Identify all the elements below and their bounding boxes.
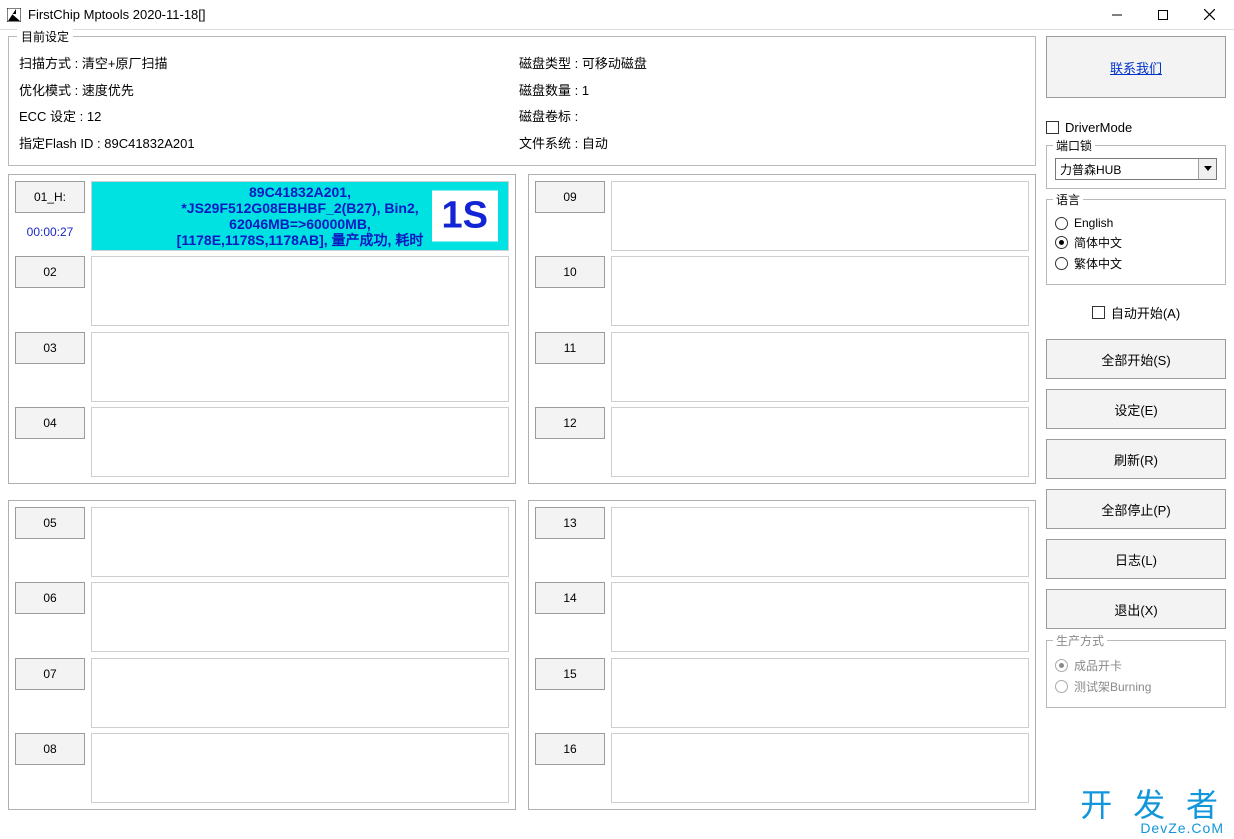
port-button-14[interactable]: 14	[535, 582, 605, 614]
port-info-10	[611, 256, 1029, 326]
port-button-05[interactable]: 05	[15, 507, 85, 539]
lang-english-radio[interactable]: English	[1055, 216, 1217, 230]
checkbox-icon	[1046, 121, 1059, 134]
stop-all-button[interactable]: 全部停止(P)	[1046, 489, 1226, 529]
ecc-row: ECC 设定 : 12	[19, 109, 519, 125]
port-button-10[interactable]: 10	[535, 256, 605, 288]
production-mode-group: 生产方式 成品开卡 测试架Burning	[1046, 640, 1226, 708]
port-info-16	[611, 733, 1029, 803]
driver-mode-checkbox[interactable]: DriverMode	[1046, 120, 1226, 135]
titlebar: FirstChip Mptools 2020-11-18[]	[0, 0, 1234, 30]
prod-mode-burning-radio[interactable]: 测试架Burning	[1055, 678, 1217, 695]
disk-count-row: 磁盘数量 : 1	[519, 83, 647, 99]
port-info-01: 89C41832A201, *JS29F512G08EBHBF_2(B27), …	[91, 181, 509, 251]
maximize-button[interactable]	[1140, 0, 1186, 30]
start-all-button[interactable]: 全部开始(S)	[1046, 339, 1226, 379]
port-slot-09: 09	[535, 181, 1029, 251]
chevron-down-icon	[1198, 159, 1216, 179]
port-info-06	[91, 582, 509, 652]
port-info-07	[91, 658, 509, 728]
settings-button[interactable]: 设定(E)	[1046, 389, 1226, 429]
port-button-02[interactable]: 02	[15, 256, 85, 288]
port-slot-14: 14	[535, 582, 1029, 652]
auto-start-checkbox[interactable]: 自动开始(A)	[1046, 303, 1226, 322]
prod-mode-finished-radio[interactable]: 成品开卡	[1055, 657, 1217, 674]
port-lock-select[interactable]: 力普森HUB	[1055, 158, 1217, 180]
ports-area: 01_H: 00:00:27 89C41832A201, *JS29F512G0…	[8, 174, 1036, 810]
port-slot-02: 02	[15, 256, 509, 326]
port-button-08[interactable]: 08	[15, 733, 85, 765]
port-slot-04: 04	[15, 407, 509, 477]
port-group-1: 01_H: 00:00:27 89C41832A201, *JS29F512G0…	[8, 174, 516, 484]
port-info-12	[611, 407, 1029, 477]
checkbox-icon	[1092, 306, 1105, 319]
port-button-12[interactable]: 12	[535, 407, 605, 439]
port-button-01[interactable]: 01_H:	[15, 181, 85, 213]
port-button-09[interactable]: 09	[535, 181, 605, 213]
fs-row: 文件系统 : 自动	[519, 136, 647, 152]
minimize-button[interactable]	[1094, 0, 1140, 30]
port-button-16[interactable]: 16	[535, 733, 605, 765]
flashid-row: 指定Flash ID : 89C41832A201	[19, 136, 519, 152]
port-button-07[interactable]: 07	[15, 658, 85, 690]
port-info-09	[611, 181, 1029, 251]
port-info-14	[611, 582, 1029, 652]
exit-button[interactable]: 退出(X)	[1046, 589, 1226, 629]
port-slot-03: 03	[15, 332, 509, 402]
port-slot-05: 05	[15, 507, 509, 577]
window-title: FirstChip Mptools 2020-11-18[]	[28, 7, 206, 22]
current-settings-group: 目前设定 扫描方式 : 清空+原厂扫描 优化模式 : 速度优先 ECC 设定 :…	[8, 36, 1036, 166]
contact-us-link[interactable]: 联系我们	[1110, 58, 1162, 77]
port-info-15	[611, 658, 1029, 728]
port-button-04[interactable]: 04	[15, 407, 85, 439]
refresh-button[interactable]: 刷新(R)	[1046, 439, 1226, 479]
lang-simplified-radio[interactable]: 简体中文	[1055, 234, 1217, 251]
port-slot-16: 16	[535, 733, 1029, 803]
port-slot-11: 11	[535, 332, 1029, 402]
port-group-2: 09 10 11 12	[528, 174, 1036, 484]
language-group: 语言 English 简体中文 繁体中文	[1046, 199, 1226, 285]
port-slot-10: 10	[535, 256, 1029, 326]
port-time-01: 00:00:27	[15, 213, 85, 251]
port-slot-12: 12	[535, 407, 1029, 477]
app-icon	[6, 7, 22, 23]
port-slot-07: 07	[15, 658, 509, 728]
opt-mode-row: 优化模式 : 速度优先	[19, 83, 519, 99]
disk-label-row: 磁盘卷标 :	[519, 109, 647, 125]
port-info-03	[91, 332, 509, 402]
port-info-05	[91, 507, 509, 577]
radio-icon	[1055, 680, 1068, 693]
port-button-06[interactable]: 06	[15, 582, 85, 614]
port-info-02	[91, 256, 509, 326]
port-info-11	[611, 332, 1029, 402]
radio-icon	[1055, 659, 1068, 672]
port-group-3: 05 06 07 08	[8, 500, 516, 810]
current-settings-legend: 目前设定	[17, 28, 73, 45]
port-info-08	[91, 733, 509, 803]
port-slot-08: 08	[15, 733, 509, 803]
port-info-04	[91, 407, 509, 477]
radio-icon	[1055, 257, 1068, 270]
disk-type-row: 磁盘类型 : 可移动磁盘	[519, 56, 647, 72]
close-button[interactable]	[1186, 0, 1232, 30]
log-button[interactable]: 日志(L)	[1046, 539, 1226, 579]
port-button-13[interactable]: 13	[535, 507, 605, 539]
port-lock-group: 端口锁 力普森HUB	[1046, 145, 1226, 189]
radio-icon	[1055, 236, 1068, 249]
port-group-4: 13 14 15 16	[528, 500, 1036, 810]
contact-us-button[interactable]: 联系我们	[1046, 36, 1226, 98]
radio-icon	[1055, 217, 1068, 230]
lang-traditional-radio[interactable]: 繁体中文	[1055, 255, 1217, 272]
port-slot-13: 13	[535, 507, 1029, 577]
port-slot-15: 15	[535, 658, 1029, 728]
port-slot-06: 06	[15, 582, 509, 652]
port-button-15[interactable]: 15	[535, 658, 605, 690]
port-status-01: 1S	[432, 191, 498, 242]
port-slot-01: 01_H: 00:00:27 89C41832A201, *JS29F512G0…	[15, 181, 509, 251]
port-button-03[interactable]: 03	[15, 332, 85, 364]
scan-mode-row: 扫描方式 : 清空+原厂扫描	[19, 56, 519, 72]
port-button-11[interactable]: 11	[535, 332, 605, 364]
port-info-13	[611, 507, 1029, 577]
